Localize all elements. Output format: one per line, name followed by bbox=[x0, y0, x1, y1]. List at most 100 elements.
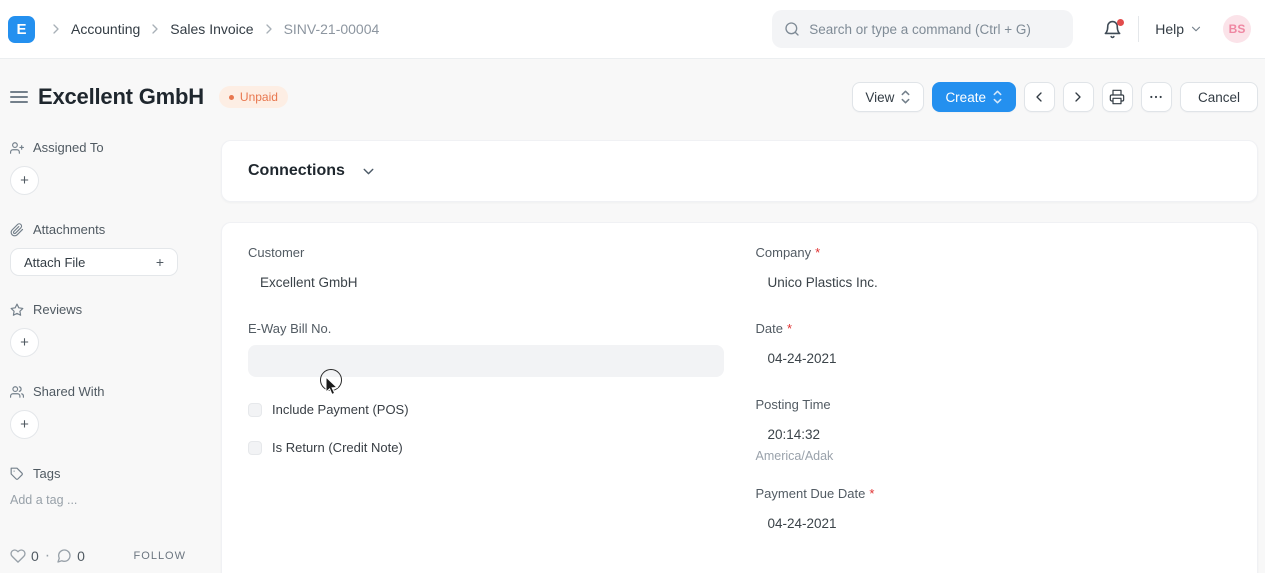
attach-file-label: Attach File bbox=[24, 255, 85, 270]
view-button[interactable]: View bbox=[852, 82, 924, 112]
avatar[interactable]: BS bbox=[1223, 15, 1251, 43]
is-return-checkbox-row[interactable]: Is Return (Credit Note) bbox=[248, 440, 724, 455]
shared-with-section: Shared With bbox=[10, 384, 200, 399]
breadcrumb-item-current: SINV-21-00004 bbox=[284, 21, 380, 37]
comment-icon bbox=[56, 548, 72, 564]
follow-button[interactable]: FOLLOW bbox=[134, 550, 186, 562]
reviews-section: Reviews bbox=[10, 302, 200, 317]
add-tag-input[interactable]: Add a tag ... bbox=[10, 493, 200, 507]
add-assignment-button[interactable]: + bbox=[10, 166, 39, 195]
heart-icon bbox=[10, 548, 26, 564]
timezone-text: America/Adak bbox=[756, 449, 1232, 463]
navbar-divider bbox=[1138, 16, 1139, 42]
customer-label: Customer bbox=[248, 245, 724, 260]
add-share-button[interactable]: + bbox=[10, 410, 39, 439]
tags-label: Tags bbox=[33, 466, 60, 481]
chevron-right-icon bbox=[1070, 89, 1086, 105]
customer-field: Customer Excellent GmbH bbox=[248, 245, 724, 296]
cancel-button-label: Cancel bbox=[1198, 90, 1240, 105]
posting-time-label: Posting Time bbox=[756, 397, 1232, 412]
sort-chevrons-icon bbox=[992, 90, 1003, 104]
customer-value[interactable]: Excellent GmbH bbox=[248, 269, 724, 296]
tag-icon bbox=[10, 467, 24, 481]
eway-bill-field: E-Way Bill No. bbox=[248, 321, 724, 377]
breadcrumb-item-accounting[interactable]: Accounting bbox=[71, 21, 140, 37]
shared-with-label: Shared With bbox=[33, 384, 105, 399]
view-button-label: View bbox=[865, 90, 894, 105]
notifications-button[interactable] bbox=[1103, 20, 1122, 39]
eway-bill-input[interactable] bbox=[248, 345, 724, 377]
tags-section: Tags bbox=[10, 466, 200, 481]
breadcrumb-item-sales-invoice[interactable]: Sales Invoice bbox=[170, 21, 253, 37]
posting-time-field: Posting Time 20:14:32 bbox=[756, 397, 1232, 448]
sidebar-toggle-icon[interactable] bbox=[10, 89, 28, 105]
breadcrumb: Accounting Sales Invoice SINV-21-00004 bbox=[41, 21, 379, 37]
required-marker: * bbox=[815, 245, 820, 260]
company-label: Company* bbox=[756, 245, 1232, 260]
reviews-label: Reviews bbox=[33, 302, 82, 317]
posting-time-value[interactable]: 20:14:32 bbox=[756, 421, 1232, 448]
like-button[interactable]: 0 bbox=[10, 548, 39, 564]
users-icon bbox=[10, 385, 24, 399]
form-body: Connections Customer Excellent GmbH E-Wa… bbox=[221, 140, 1258, 573]
date-label: Date* bbox=[756, 321, 1232, 336]
cancel-button[interactable]: Cancel bbox=[1180, 82, 1258, 112]
assigned-to-section: Assigned To bbox=[10, 140, 200, 155]
attachments-section: Attachments bbox=[10, 222, 200, 237]
page-title: Excellent GmbH bbox=[38, 84, 204, 110]
global-search[interactable] bbox=[772, 10, 1073, 48]
is-return-label: Is Return (Credit Note) bbox=[272, 440, 403, 455]
create-button[interactable]: Create bbox=[932, 82, 1016, 112]
include-payment-checkbox-row[interactable]: Include Payment (POS) bbox=[248, 402, 724, 417]
search-icon bbox=[784, 21, 800, 37]
help-menu[interactable]: Help bbox=[1155, 21, 1203, 37]
payment-due-date-value[interactable]: 04-24-2021 bbox=[756, 510, 1232, 537]
connections-section[interactable]: Connections bbox=[221, 140, 1258, 202]
fields-left-column: Customer Excellent GmbH E-Way Bill No. I… bbox=[248, 245, 724, 562]
navbar: E Accounting Sales Invoice SINV-21-00004 bbox=[0, 0, 1265, 59]
printer-icon bbox=[1109, 89, 1125, 105]
required-marker: * bbox=[869, 486, 874, 501]
include-payment-label: Include Payment (POS) bbox=[272, 402, 409, 417]
company-value[interactable]: Unico Plastics Inc. bbox=[756, 269, 1232, 296]
menu-button[interactable] bbox=[1141, 82, 1172, 112]
details-section: Customer Excellent GmbH E-Way Bill No. I… bbox=[221, 222, 1258, 573]
ellipsis-icon bbox=[1148, 89, 1164, 105]
status-badge: Unpaid bbox=[219, 86, 288, 108]
print-button[interactable] bbox=[1102, 82, 1133, 112]
search-input[interactable] bbox=[809, 22, 1061, 37]
form-sidebar: Assigned To + Attachments Attach File + … bbox=[10, 140, 200, 573]
help-label: Help bbox=[1155, 21, 1184, 37]
like-count: 0 bbox=[31, 548, 39, 564]
chevron-left-icon bbox=[1031, 89, 1047, 105]
status-badge-label: Unpaid bbox=[240, 90, 278, 104]
comment-count: 0 bbox=[77, 548, 85, 564]
page-head: Excellent GmbH Unpaid View Create Cancel bbox=[10, 81, 1258, 113]
plus-icon: + bbox=[156, 254, 164, 270]
sidebar-footer: 0 · 0 FOLLOW bbox=[10, 547, 186, 565]
status-dot-icon bbox=[229, 95, 234, 100]
assign-user-icon bbox=[10, 141, 24, 155]
fields-right-column: Company* Unico Plastics Inc. Date* 04-24… bbox=[756, 245, 1232, 562]
is-return-checkbox[interactable] bbox=[248, 441, 262, 455]
count-separator: · bbox=[45, 547, 50, 565]
star-icon bbox=[10, 303, 24, 317]
comment-button[interactable]: 0 bbox=[56, 548, 85, 564]
date-value[interactable]: 04-24-2021 bbox=[756, 345, 1232, 372]
page-actions: View Create Cancel bbox=[852, 82, 1258, 112]
include-payment-checkbox[interactable] bbox=[248, 403, 262, 417]
navbar-right: Help BS bbox=[1103, 15, 1251, 43]
app-logo-icon[interactable]: E bbox=[8, 16, 35, 43]
attach-file-button[interactable]: Attach File + bbox=[10, 248, 178, 276]
eway-bill-label: E-Way Bill No. bbox=[248, 321, 724, 336]
assigned-to-label: Assigned To bbox=[33, 140, 104, 155]
chevron-right-icon bbox=[261, 21, 277, 37]
chevron-down-icon bbox=[1189, 22, 1203, 36]
chevron-right-icon bbox=[147, 21, 163, 37]
add-review-button[interactable]: + bbox=[10, 328, 39, 357]
next-document-button[interactable] bbox=[1063, 82, 1094, 112]
date-field: Date* 04-24-2021 bbox=[756, 321, 1232, 372]
previous-document-button[interactable] bbox=[1024, 82, 1055, 112]
payment-due-date-field: Payment Due Date* 04-24-2021 bbox=[756, 486, 1232, 537]
chevron-down-icon bbox=[360, 163, 377, 180]
